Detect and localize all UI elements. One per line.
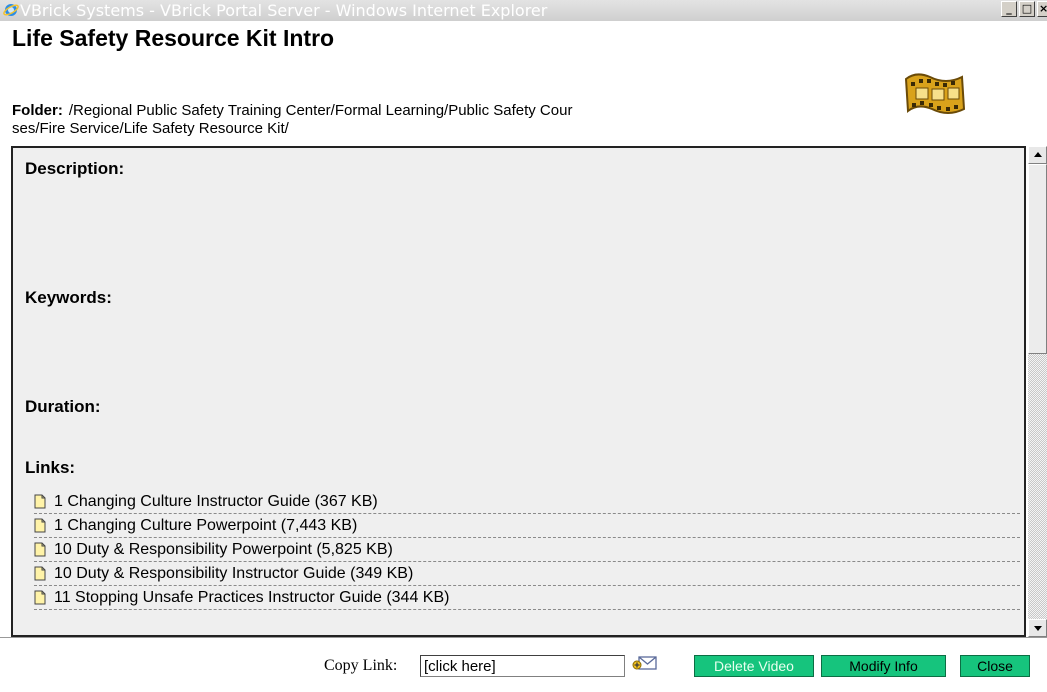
- keywords-label: Keywords:: [25, 288, 112, 307]
- window-title: VBrick Systems - VBrick Portal Server - …: [20, 1, 548, 20]
- link-text[interactable]: 10 Duty & Responsibility Powerpoint (5,8…: [54, 541, 393, 559]
- document-icon: [34, 518, 46, 533]
- ie-icon: [3, 4, 19, 16]
- modify-info-button[interactable]: Modify Info: [821, 655, 946, 677]
- links-list: 1 Changing Culture Instructor Guide (367…: [34, 490, 1020, 610]
- email-icon[interactable]: [632, 652, 658, 672]
- vertical-scrollbar[interactable]: [1028, 146, 1047, 637]
- folder-path-line1: /Regional Public Safety Training Center/…: [68, 102, 573, 119]
- link-text[interactable]: 11 Stopping Unsafe Practices Instructor …: [54, 589, 449, 607]
- copy-link-input[interactable]: [420, 655, 625, 677]
- scroll-thumb[interactable]: [1028, 164, 1047, 354]
- scroll-up-button[interactable]: [1028, 146, 1047, 164]
- scroll-down-button[interactable]: [1028, 619, 1047, 637]
- document-icon: [34, 494, 46, 509]
- arrow-up-icon: [1034, 152, 1042, 157]
- link-text[interactable]: 1 Changing Culture Powerpoint (7,443 KB): [54, 517, 357, 535]
- link-item[interactable]: 10 Duty & Responsibility Instructor Guid…: [34, 562, 1020, 586]
- close-window-button[interactable]: ×: [1037, 1, 1047, 17]
- document-icon: [34, 590, 46, 605]
- arrow-down-icon: [1034, 626, 1042, 631]
- copy-link-label: Copy Link:: [324, 657, 398, 674]
- link-text[interactable]: 1 Changing Culture Instructor Guide (367…: [54, 493, 378, 511]
- window-titlebar: VBrick Systems - VBrick Portal Server - …: [0, 0, 1047, 22]
- duration-label: Duration:: [25, 397, 101, 416]
- folder-label: Folder:: [12, 102, 63, 119]
- window-controls: _ □ ×: [999, 1, 1047, 19]
- link-item[interactable]: 1 Changing Culture Powerpoint (7,443 KB): [34, 514, 1020, 538]
- folder-path-line2: ses/Fire Service/Life Safety Resource Ki…: [12, 120, 289, 137]
- details-panel: Description: Keywords: Duration: Links: …: [11, 146, 1026, 637]
- links-label: Links:: [25, 458, 76, 477]
- delete-video-button[interactable]: Delete Video: [694, 655, 814, 677]
- video-header: Life Safety Resource Kit Intro Folder: /R…: [0, 21, 1047, 145]
- close-button[interactable]: Close: [960, 655, 1030, 677]
- description-label: Description:: [25, 159, 125, 178]
- film-reel-icon: [904, 73, 966, 114]
- link-item[interactable]: 10 Duty & Responsibility Powerpoint (5,8…: [34, 538, 1020, 562]
- maximize-button[interactable]: □: [1019, 1, 1035, 17]
- document-icon: [34, 566, 46, 581]
- page-title: Life Safety Resource Kit Intro: [12, 25, 335, 51]
- link-text[interactable]: 10 Duty & Responsibility Instructor Guid…: [54, 565, 413, 583]
- action-bar: Copy Link: Delete Video Modify Info Clos…: [0, 637, 1047, 692]
- document-icon: [34, 542, 46, 557]
- link-item[interactable]: 1 Changing Culture Instructor Guide (367…: [34, 490, 1020, 514]
- link-item[interactable]: 11 Stopping Unsafe Practices Instructor …: [34, 586, 1020, 610]
- minimize-button[interactable]: _: [1001, 1, 1017, 17]
- folder-path: Folder: /Regional Public Safety Training …: [12, 102, 832, 138]
